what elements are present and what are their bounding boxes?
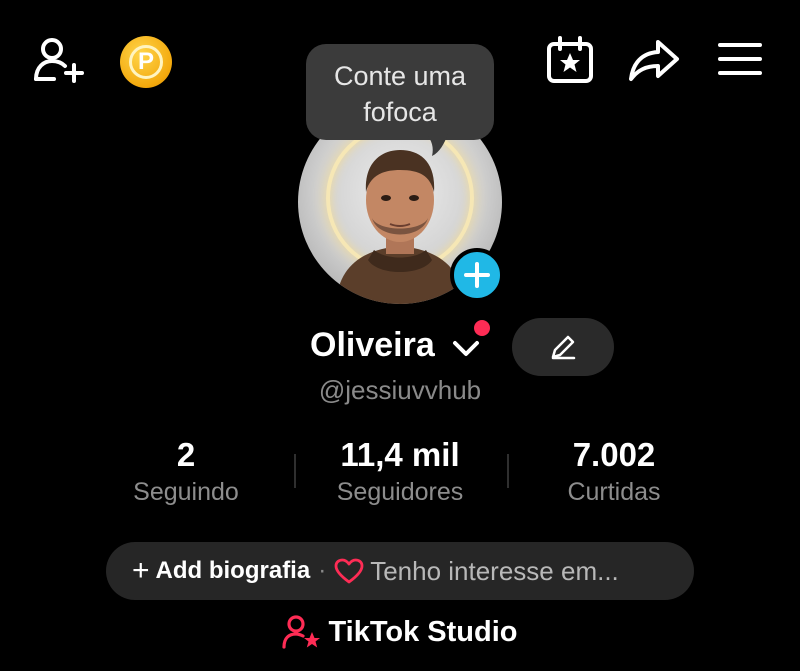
- pencil-icon: [551, 335, 576, 360]
- chevron-down-icon[interactable]: [450, 336, 482, 360]
- coin-icon: P: [129, 45, 163, 79]
- tooltip-line-1: Conte uma: [333, 61, 467, 91]
- plus-icon[interactable]: +: [132, 556, 150, 586]
- stat-value: 2: [176, 436, 196, 473]
- notification-dot: [474, 320, 490, 336]
- tooltip-text: Conte uma fofoca: [306, 58, 494, 130]
- heart-icon[interactable]: [334, 558, 364, 584]
- share-button[interactable]: [626, 36, 682, 84]
- edit-profile-button[interactable]: [512, 318, 614, 376]
- coin-button[interactable]: P: [120, 36, 172, 88]
- add-friend-button[interactable]: [30, 34, 90, 84]
- add-friend-icon: [34, 38, 84, 83]
- tooltip-bubble[interactable]: Conte uma fofoca: [306, 44, 494, 140]
- stat-label: Curtidas: [567, 478, 661, 506]
- calendar-button[interactable]: [543, 34, 597, 86]
- interests-button[interactable]: Tenho interesse em...: [370, 556, 619, 587]
- stat-value: 11,4 mil: [340, 436, 460, 473]
- stat-label: Seguidores: [336, 478, 464, 506]
- profile-name[interactable]: Oliveira: [310, 326, 435, 365]
- avatar-add-button[interactable]: [450, 248, 504, 302]
- add-bio-button[interactable]: Add biografia: [156, 557, 311, 585]
- plus-icon: [464, 262, 490, 288]
- stat-likes[interactable]: 7.002 Curtidas: [524, 436, 704, 507]
- calendar-star-icon: [547, 36, 593, 83]
- share-icon: [629, 40, 679, 81]
- studio-label: TikTok Studio: [328, 615, 518, 648]
- tiktok-studio-link[interactable]: TikTok Studio: [0, 614, 800, 650]
- profile-handle: @jessiuvvhub: [318, 375, 482, 405]
- tooltip-line-2: fofoca: [363, 97, 437, 127]
- bio-pill: + Add biografia · Tenho interesse em...: [106, 542, 694, 600]
- stat-divider: [507, 454, 509, 488]
- stat-value: 7.002: [572, 436, 656, 473]
- user-star-icon: [282, 615, 321, 649]
- menu-button[interactable]: [716, 38, 764, 80]
- stat-following[interactable]: 2 Seguindo: [96, 436, 276, 507]
- stat-label: Seguindo: [133, 478, 239, 506]
- stat-divider: [294, 454, 296, 488]
- bio-separator: ·: [318, 557, 327, 584]
- menu-icon: [718, 43, 762, 75]
- tooltip-tail: [426, 134, 448, 156]
- stat-followers[interactable]: 11,4 mil Seguidores: [310, 436, 490, 507]
